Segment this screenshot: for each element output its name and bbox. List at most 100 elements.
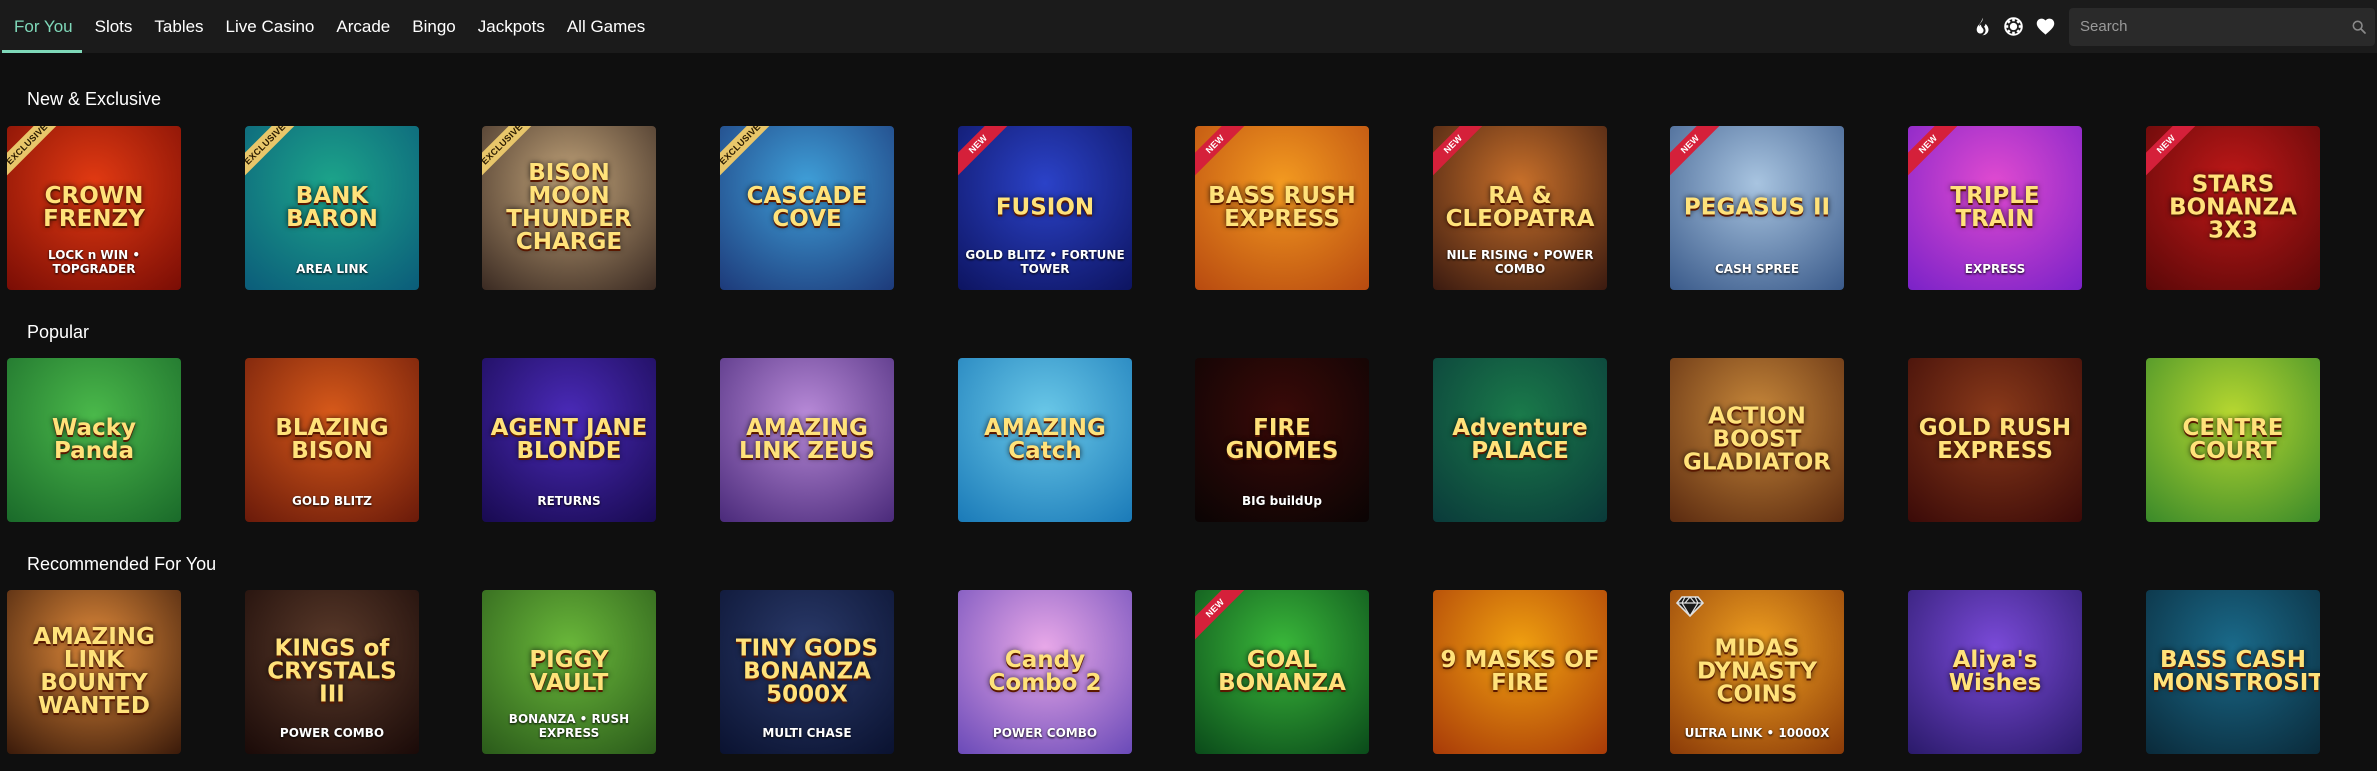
game-title: GOAL BONANZA bbox=[1218, 647, 1346, 696]
game-tile[interactable]: BISON MOON THUNDER CHARGE EXCLUSIVE bbox=[482, 126, 656, 290]
game-title: KINGS of CRYSTALS III bbox=[267, 635, 397, 708]
game-tile[interactable]: CROWN FRENZY LOCK n WIN • TOPGRADER EXCLUS… bbox=[7, 126, 181, 290]
game-subtitle: GOLD BLITZ • FORTUNE TOWER bbox=[965, 248, 1125, 276]
game-title: ACTION BOOST GLADIATOR bbox=[1683, 403, 1831, 476]
game-subtitle: POWER COMBO bbox=[992, 726, 1098, 740]
game-title: STARS BONANZA 3X3 bbox=[2169, 171, 2297, 244]
game-tile[interactable]: CENTRE COURT bbox=[2146, 358, 2320, 522]
game-tile[interactable]: KINGS of CRYSTALS III POWER COMBO bbox=[245, 590, 419, 754]
game-title: BANK BARON bbox=[286, 183, 378, 232]
tab-jackpots[interactable]: Jackpots bbox=[467, 0, 556, 53]
game-subtitle: ULTRA LINK • 10000X bbox=[1684, 726, 1830, 740]
new-ribbon: NEW bbox=[1433, 126, 1489, 180]
game-tile[interactable]: Adventure PALACE bbox=[1433, 358, 1607, 522]
game-tile[interactable]: CASCADE COVE EXCLUSIVE bbox=[720, 126, 894, 290]
game-title: AMAZING LINK BOUNTY WANTED bbox=[33, 624, 155, 719]
game-subtitle: POWER COMBO bbox=[279, 726, 385, 740]
game-tile[interactable]: Aliya's Wishes bbox=[1908, 590, 2082, 754]
game-tile[interactable]: TRIPLE TRAIN EXPRESS NEW bbox=[1908, 126, 2082, 290]
exclusive-ribbon: EXCLUSIVE bbox=[720, 126, 776, 180]
game-subtitle: GOLD BLITZ bbox=[292, 494, 372, 508]
game-subtitle: CASH SPREE bbox=[1714, 262, 1800, 276]
game-tile[interactable]: RA & CLEOPATRA NILE RISING • POWER COMBO N… bbox=[1433, 126, 1607, 290]
game-title: BLAZING BISON bbox=[275, 415, 389, 464]
game-subtitle: EXPRESS bbox=[1964, 262, 2026, 276]
tab-all-games[interactable]: All Games bbox=[556, 0, 656, 53]
toolbar bbox=[1961, 0, 2377, 53]
game-tile[interactable]: AGENT JANE BLONDE RETURNS bbox=[482, 358, 656, 522]
game-tile[interactable]: ACTION BOOST GLADIATOR bbox=[1670, 358, 1844, 522]
new-ribbon: NEW bbox=[1908, 126, 1964, 180]
game-title: RA & CLEOPATRA bbox=[1445, 183, 1595, 232]
game-tile[interactable]: GOAL BONANZA NEW bbox=[1195, 590, 1369, 754]
tab-bingo[interactable]: Bingo bbox=[401, 0, 466, 53]
game-title: TRIPLE TRAIN bbox=[1950, 183, 2040, 232]
game-title: CROWN FRENZY bbox=[43, 183, 145, 232]
search-box bbox=[2069, 7, 2375, 46]
game-tile[interactable]: FIRE GNOMES BIG buildUp bbox=[1195, 358, 1369, 522]
game-subtitle: NILE RISING • POWER COMBO bbox=[1446, 248, 1594, 276]
game-title: AMAZING LINK ZEUS bbox=[739, 415, 875, 464]
tab-for-you[interactable]: For You bbox=[0, 0, 84, 53]
game-tile[interactable]: MIDAS DYNASTY COINS ULTRA LINK • 10000X bbox=[1670, 590, 1844, 754]
game-title: 9 MASKS OF FIRE bbox=[1440, 647, 1600, 696]
exclusive-ribbon: EXCLUSIVE bbox=[245, 126, 301, 180]
category-nav: For You Slots Tables Live Casino Arcade Bingo… bbox=[0, 0, 656, 53]
game-tile[interactable]: FUSION GOLD BLITZ • FORTUNE TOWER NEW bbox=[958, 126, 1132, 290]
flame-icon[interactable] bbox=[1969, 15, 1993, 39]
tab-tables[interactable]: Tables bbox=[143, 0, 214, 53]
game-tile[interactable]: GOLD RUSH EXPRESS bbox=[1908, 358, 2082, 522]
game-tile[interactable]: AMAZING LINK BOUNTY WANTED bbox=[7, 590, 181, 754]
game-title: BISON MOON THUNDER CHARGE bbox=[506, 160, 632, 255]
tab-slots[interactable]: Slots bbox=[84, 0, 144, 53]
game-title: PEGASUS II bbox=[1683, 194, 1831, 221]
game-title: AGENT JANE BLONDE bbox=[490, 415, 648, 464]
game-title: TINY GODS BONANZA 5000X bbox=[735, 635, 879, 708]
game-tile[interactable]: Wacky Panda bbox=[7, 358, 181, 522]
section-title: Recommended For You bbox=[27, 554, 217, 574]
game-title: PIGGY VAULT bbox=[529, 647, 609, 696]
game-subtitle: AREA LINK bbox=[296, 262, 368, 276]
diamond-icon bbox=[1676, 596, 1704, 618]
game-tile[interactable]: Candy Combo 2 POWER COMBO bbox=[958, 590, 1132, 754]
game-tile[interactable]: AMAZING LINK ZEUS bbox=[720, 358, 894, 522]
chip-icon[interactable] bbox=[2001, 15, 2025, 39]
game-tile[interactable]: STARS BONANZA 3X3 NEW bbox=[2146, 126, 2320, 290]
top-bar: For You Slots Tables Live Casino Arcade Bingo… bbox=[0, 0, 2377, 53]
game-title: GOLD RUSH EXPRESS bbox=[1918, 415, 2072, 464]
game-title: Wacky Panda bbox=[52, 415, 136, 464]
game-tile[interactable]: BANK BARON AREA LINK EXCLUSIVE bbox=[245, 126, 419, 290]
game-tile[interactable]: BASS CASH MONSTROSITY bbox=[2146, 590, 2320, 754]
game-title: CASCADE COVE bbox=[746, 183, 868, 232]
game-title: Aliya's Wishes bbox=[1948, 647, 2042, 696]
game-tile[interactable]: PEGASUS II CASH SPREE NEW bbox=[1670, 126, 1844, 290]
game-subtitle: BIG buildUp bbox=[1242, 494, 1322, 508]
game-title: MIDAS DYNASTY COINS bbox=[1696, 635, 1818, 708]
game-tile[interactable]: TINY GODS BONANZA 5000X MULTI CHASE bbox=[720, 590, 894, 754]
game-subtitle: BONANZA • RUSH EXPRESS bbox=[508, 712, 630, 740]
game-title: CENTRE COURT bbox=[2182, 415, 2284, 464]
game-tile[interactable]: PIGGY VAULT BONANZA • RUSH EXPRESS bbox=[482, 590, 656, 754]
new-ribbon: NEW bbox=[1670, 126, 1726, 180]
game-tile[interactable]: 9 MASKS OF FIRE bbox=[1433, 590, 1607, 754]
heart-icon[interactable] bbox=[2033, 15, 2057, 39]
search-input[interactable] bbox=[2069, 7, 2375, 46]
tab-live-casino[interactable]: Live Casino bbox=[215, 0, 326, 53]
tab-arcade[interactable]: Arcade bbox=[325, 0, 401, 53]
game-title: FIRE GNOMES bbox=[1225, 415, 1339, 464]
game-subtitle: LOCK n WIN • TOPGRADER bbox=[47, 248, 140, 276]
game-title: AMAZING Catch bbox=[984, 415, 1106, 464]
exclusive-ribbon: EXCLUSIVE bbox=[7, 126, 63, 180]
game-title: Adventure PALACE bbox=[1452, 415, 1588, 464]
game-subtitle: RETURNS bbox=[537, 494, 601, 508]
game-title: Candy Combo 2 bbox=[988, 647, 1102, 696]
game-title: FUSION bbox=[995, 194, 1095, 221]
game-tile[interactable]: BLAZING BISON GOLD BLITZ bbox=[245, 358, 419, 522]
game-tile[interactable]: AMAZING Catch bbox=[958, 358, 1132, 522]
new-ribbon: NEW bbox=[958, 126, 1014, 180]
section-title: New & Exclusive bbox=[27, 89, 162, 109]
game-tile[interactable]: BASS RUSH EXPRESS NEW bbox=[1195, 126, 1369, 290]
search-icon[interactable] bbox=[2351, 19, 2367, 35]
game-subtitle: MULTI CHASE bbox=[762, 726, 852, 740]
new-ribbon: NEW bbox=[1195, 590, 1251, 644]
